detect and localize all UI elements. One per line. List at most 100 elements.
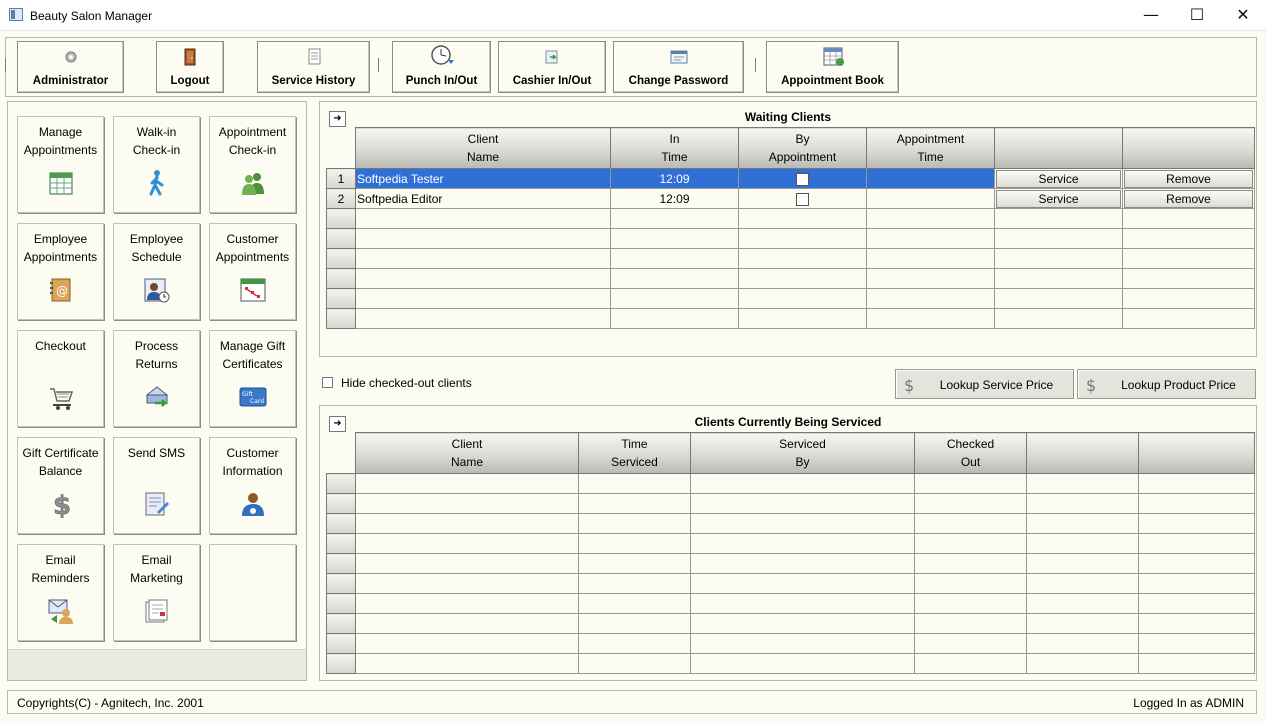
tile-employee-appointments[interactable]: Employee Appointments @	[17, 223, 104, 320]
table-row[interactable]	[326, 493, 1255, 514]
row-header[interactable]: 1	[326, 168, 356, 189]
empty-cell[interactable]	[610, 308, 739, 329]
minimize-button[interactable]: —	[1128, 0, 1174, 31]
empty-cell[interactable]	[355, 268, 611, 289]
empty-cell[interactable]	[994, 308, 1123, 329]
row-header[interactable]	[326, 573, 356, 594]
empty-cell[interactable]	[1138, 653, 1255, 674]
column-header[interactable]: By Appointment	[738, 127, 867, 169]
empty-cell[interactable]	[738, 288, 867, 309]
row-header[interactable]	[326, 653, 356, 674]
tile-email-marketing[interactable]: Email Marketing	[113, 544, 200, 641]
table-row[interactable]	[326, 473, 1255, 494]
empty-cell[interactable]	[738, 228, 867, 249]
empty-cell[interactable]	[1026, 473, 1139, 494]
tile-send-sms[interactable]: Send SMS	[113, 437, 200, 534]
empty-cell[interactable]	[914, 513, 1027, 534]
empty-cell[interactable]	[690, 513, 915, 534]
empty-cell[interactable]	[578, 493, 691, 514]
table-row[interactable]	[326, 613, 1255, 634]
empty-cell[interactable]	[866, 268, 995, 289]
change-password-button[interactable]: Change Password	[613, 41, 744, 93]
empty-cell[interactable]	[578, 553, 691, 574]
empty-cell[interactable]	[355, 308, 611, 329]
empty-cell[interactable]	[355, 533, 579, 554]
empty-cell[interactable]	[1026, 513, 1139, 534]
client-name-cell[interactable]: Softpedia Tester	[355, 168, 611, 189]
empty-cell[interactable]	[738, 308, 867, 329]
row-header[interactable]	[326, 288, 356, 309]
hide-checked-out-checkbox[interactable]	[322, 377, 333, 388]
empty-cell[interactable]	[1026, 493, 1139, 514]
remove-cell[interactable]: Remove	[1122, 188, 1255, 209]
empty-cell[interactable]	[1138, 553, 1255, 574]
empty-cell[interactable]	[914, 633, 1027, 654]
table-row[interactable]: 1 Softpedia Tester 12:09 Service Remove	[326, 168, 1255, 189]
empty-cell[interactable]	[355, 228, 611, 249]
empty-cell[interactable]	[914, 553, 1027, 574]
tile-manage-gift-certificates[interactable]: Manage Gift Certificates Gift Card	[209, 330, 296, 427]
tile-gift-certificate-balance[interactable]: Gift Certificate Balance $	[17, 437, 104, 534]
empty-cell[interactable]	[355, 248, 611, 269]
tile-employee-schedule[interactable]: Employee Schedule	[113, 223, 200, 320]
row-header[interactable]	[326, 228, 356, 249]
by-appointment-cell[interactable]	[738, 188, 867, 209]
empty-cell[interactable]	[1138, 473, 1255, 494]
empty-cell[interactable]	[690, 573, 915, 594]
empty-cell[interactable]	[610, 288, 739, 309]
empty-cell[interactable]	[610, 248, 739, 269]
empty-cell[interactable]	[1026, 613, 1139, 634]
empty-cell[interactable]	[1138, 493, 1255, 514]
empty-cell[interactable]	[1138, 613, 1255, 634]
empty-cell[interactable]	[690, 533, 915, 554]
empty-cell[interactable]	[355, 208, 611, 229]
row-header[interactable]	[326, 473, 356, 494]
table-row[interactable]	[326, 573, 1255, 594]
empty-cell[interactable]	[690, 493, 915, 514]
empty-cell[interactable]	[738, 268, 867, 289]
by-appointment-checkbox[interactable]	[796, 192, 809, 206]
service-cell[interactable]: Service	[994, 188, 1123, 209]
logout-button[interactable]: Logout	[156, 41, 224, 93]
empty-cell[interactable]	[355, 473, 579, 494]
appointment-book-button[interactable]: Appointment Book	[766, 41, 899, 93]
empty-cell[interactable]	[866, 308, 995, 329]
empty-cell[interactable]	[690, 613, 915, 634]
empty-cell[interactable]	[610, 208, 739, 229]
empty-cell[interactable]	[914, 573, 1027, 594]
empty-cell[interactable]	[1138, 513, 1255, 534]
empty-cell[interactable]	[738, 248, 867, 269]
remove-cell[interactable]: Remove	[1122, 168, 1255, 189]
empty-cell[interactable]	[355, 573, 579, 594]
tile-manage-appointments[interactable]: Manage Appointments	[17, 116, 104, 213]
empty-cell[interactable]	[1122, 228, 1255, 249]
empty-cell[interactable]	[1026, 593, 1139, 614]
empty-cell[interactable]	[578, 633, 691, 654]
empty-cell[interactable]	[994, 228, 1123, 249]
empty-cell[interactable]	[355, 288, 611, 309]
empty-cell[interactable]	[994, 288, 1123, 309]
empty-cell[interactable]	[690, 653, 915, 674]
table-row[interactable]	[326, 208, 1255, 229]
maximize-button[interactable]: ☐	[1174, 0, 1220, 31]
column-header[interactable]: Appointment Time	[866, 127, 995, 169]
table-row[interactable]	[326, 593, 1255, 614]
empty-cell[interactable]	[355, 653, 579, 674]
empty-cell[interactable]	[578, 653, 691, 674]
empty-cell[interactable]	[914, 473, 1027, 494]
empty-cell[interactable]	[610, 228, 739, 249]
service-button[interactable]: Service	[996, 189, 1121, 208]
column-header[interactable]: Serviced By	[690, 432, 915, 474]
empty-cell[interactable]	[355, 633, 579, 654]
empty-cell[interactable]	[355, 593, 579, 614]
empty-cell[interactable]	[578, 613, 691, 634]
row-header[interactable]	[326, 553, 356, 574]
row-header[interactable]	[326, 268, 356, 289]
empty-cell[interactable]	[1026, 553, 1139, 574]
empty-cell[interactable]	[1122, 248, 1255, 269]
empty-cell[interactable]	[1138, 533, 1255, 554]
empty-cell[interactable]	[738, 208, 867, 229]
table-row[interactable]	[326, 653, 1255, 674]
empty-cell[interactable]	[994, 248, 1123, 269]
empty-cell[interactable]	[1138, 633, 1255, 654]
